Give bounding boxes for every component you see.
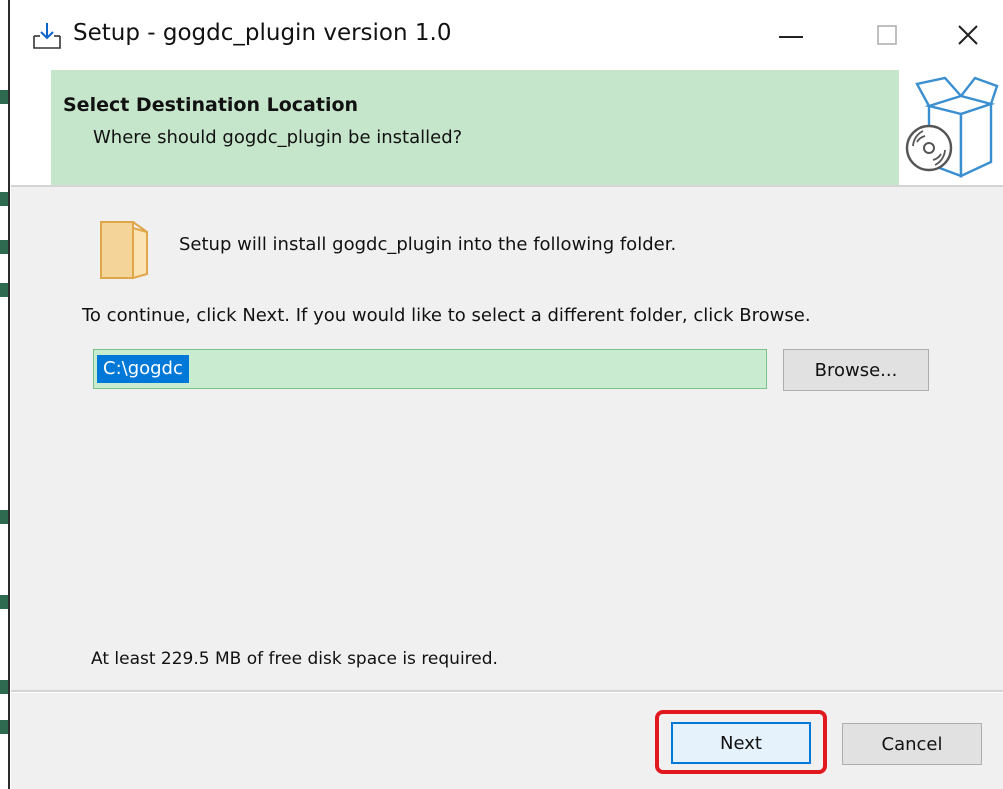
- footer-divider-highlight: [11, 692, 1003, 693]
- continue-message: To continue, click Next. If you would li…: [82, 305, 811, 326]
- wizard-header: Select Destination Location Where should…: [11, 70, 1003, 185]
- maximize-button[interactable]: [847, 0, 927, 70]
- edge-mark: [0, 90, 8, 104]
- folder-icon: [100, 221, 148, 280]
- edge-mark: [0, 283, 8, 297]
- browse-button[interactable]: Browse...: [783, 349, 929, 391]
- edge-mark: [0, 240, 8, 254]
- next-button[interactable]: Next: [671, 722, 811, 764]
- page-subtitle: Where should gogdc_plugin be installed?: [93, 127, 463, 148]
- edge-mark: [0, 510, 8, 524]
- background-window-edge: [0, 0, 10, 789]
- edge-mark: [0, 192, 8, 206]
- close-icon: [958, 25, 978, 45]
- minimize-button[interactable]: [751, 0, 831, 70]
- maximize-icon: [877, 25, 897, 45]
- install-message: Setup will install gogdc_plugin into the…: [179, 234, 677, 255]
- header-divider: [11, 185, 1003, 187]
- title-bar[interactable]: Setup - gogdc_plugin version 1.0: [11, 0, 1003, 70]
- window-title: Setup - gogdc_plugin version 1.0: [73, 20, 452, 46]
- download-icon: [33, 23, 61, 49]
- software-box-disc-icon: [905, 76, 999, 178]
- cancel-button[interactable]: Cancel: [842, 723, 982, 765]
- minimize-icon: [779, 36, 803, 38]
- edge-mark: [0, 595, 8, 609]
- edge-mark: [0, 680, 8, 694]
- destination-path-input[interactable]: C:\gogdc: [93, 349, 767, 389]
- path-value: C:\gogdc: [97, 355, 189, 383]
- close-button[interactable]: [933, 0, 1003, 70]
- disk-space-message: At least 229.5 MB of free disk space is …: [91, 649, 498, 669]
- setup-window: Setup - gogdc_plugin version 1.0 Select …: [11, 0, 1003, 789]
- edge-mark: [0, 720, 8, 734]
- page-title: Select Destination Location: [63, 94, 359, 116]
